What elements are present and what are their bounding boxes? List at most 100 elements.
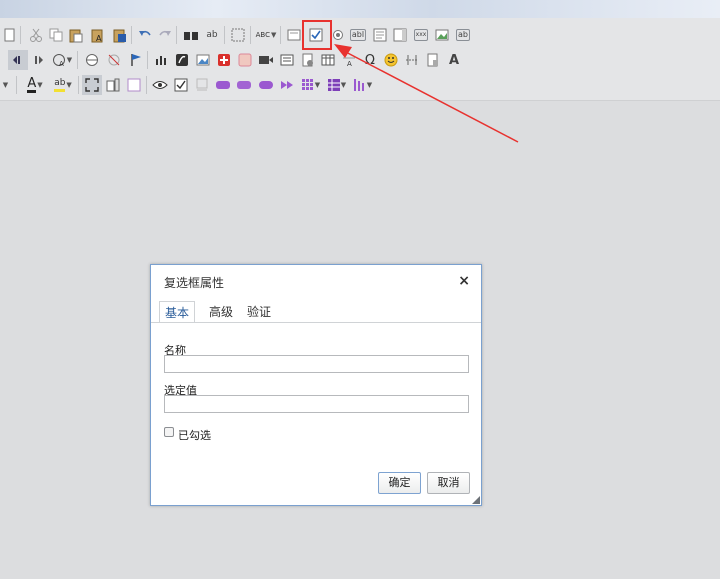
table-icon[interactable] <box>318 50 338 70</box>
show-blocks-icon[interactable] <box>103 75 123 95</box>
abc-glyph: ABC <box>255 31 270 39</box>
bg-color-icon[interactable]: ab ▼ <box>50 75 76 95</box>
replace-icon[interactable]: ab <box>202 25 222 45</box>
replace-glyph: ab <box>206 30 218 40</box>
hidden-field-icon[interactable]: ab <box>453 25 473 45</box>
name-input[interactable] <box>164 355 469 373</box>
select-all-icon[interactable] <box>228 25 248 45</box>
grid-icon[interactable]: ▼ <box>300 75 322 95</box>
toolbar-separator <box>280 26 281 44</box>
paste-word-icon[interactable] <box>110 25 130 45</box>
redo-icon[interactable] <box>155 25 175 45</box>
text-color-glyph: A <box>27 76 37 93</box>
svg-text:A: A <box>347 60 352 67</box>
badge-pill <box>237 81 251 89</box>
maximize-icon[interactable] <box>82 75 102 95</box>
toolbar-separator <box>176 26 177 44</box>
editor-toolbar: A ab ABC ▼ abl xxx ab A ▼ A Ω A ▼ A ▼ ab… <box>0 18 720 101</box>
oval-pill <box>259 81 273 89</box>
checklist-icon[interactable] <box>171 75 191 95</box>
paste-text-icon[interactable]: A <box>88 25 108 45</box>
smiley-icon[interactable] <box>381 50 401 70</box>
checkbox-tool-highlight <box>302 20 332 50</box>
copy-icon[interactable] <box>46 25 66 45</box>
abl-glyph: abl <box>349 29 367 41</box>
chart-icon[interactable] <box>151 50 171 70</box>
new-page-icon[interactable] <box>0 25 20 45</box>
omega-glyph: Ω <box>365 52 375 68</box>
textarea-icon[interactable] <box>370 25 390 45</box>
button-icon[interactable]: xxx <box>411 25 431 45</box>
language-icon[interactable]: A ▼ <box>50 50 74 70</box>
toolbar-separator <box>224 26 225 44</box>
toolbar-separator <box>78 76 79 94</box>
browser-top-strip <box>0 0 720 18</box>
toolbar-separator <box>20 26 21 44</box>
iframe-icon[interactable] <box>423 50 443 70</box>
dropdown-caret-icon[interactable]: ▼ <box>0 75 10 95</box>
toolbar-separator <box>16 76 17 94</box>
video-icon[interactable] <box>256 50 276 70</box>
tab-basic[interactable]: 基本 <box>159 301 196 323</box>
doc-icon[interactable] <box>298 50 318 70</box>
toolbar-separator <box>77 51 78 69</box>
unlink-icon[interactable] <box>104 50 124 70</box>
plus-icon[interactable] <box>214 50 234 70</box>
checked-label: 已勾选 <box>178 429 211 442</box>
toolbar-separator <box>147 51 148 69</box>
spellcheck-icon[interactable]: ABC ▼ <box>255 25 277 45</box>
pill-icon[interactable] <box>278 75 298 95</box>
select-icon[interactable] <box>390 25 410 45</box>
cut-icon[interactable] <box>26 25 46 45</box>
ltr-icon[interactable] <box>8 50 28 70</box>
source-icon[interactable] <box>124 75 144 95</box>
media-icon[interactable] <box>235 50 255 70</box>
flash-icon[interactable] <box>172 50 192 70</box>
selected-value-input[interactable] <box>164 395 469 413</box>
special-char-icon[interactable]: Ω <box>360 50 380 70</box>
svg-text:A: A <box>59 60 64 67</box>
frame-icon[interactable] <box>192 75 212 95</box>
style-icon[interactable]: A <box>444 50 464 70</box>
page-break-icon[interactable] <box>402 50 422 70</box>
find-icon[interactable] <box>181 25 201 45</box>
preview-icon[interactable] <box>150 75 170 95</box>
bg-color-glyph: ab <box>54 78 66 92</box>
checked-checkbox[interactable] <box>164 427 174 437</box>
badge-icon[interactable] <box>234 75 254 95</box>
paste-icon[interactable] <box>66 25 86 45</box>
toolbar-separator <box>250 26 251 44</box>
close-icon[interactable]: × <box>458 273 470 289</box>
list-icon[interactable]: ▼ <box>352 75 374 95</box>
image-button-icon[interactable] <box>432 25 452 45</box>
ab-glyph: ab <box>456 29 470 41</box>
tab-advanced[interactable]: 高级 <box>204 301 238 323</box>
horizontal-line-icon[interactable]: A <box>339 50 359 70</box>
text-color-icon[interactable]: A ▼ <box>22 75 48 95</box>
textfield-icon[interactable]: abl <box>348 25 368 45</box>
table2-icon[interactable]: ▼ <box>326 75 348 95</box>
form-icon[interactable] <box>284 25 304 45</box>
tab-validation[interactable]: 验证 <box>242 301 276 323</box>
rtl-icon[interactable] <box>28 50 48 70</box>
tab-divider <box>151 322 481 323</box>
image-icon[interactable] <box>193 50 213 70</box>
template-icon[interactable] <box>277 50 297 70</box>
toolbar-row-1: A ab ABC ▼ abl xxx ab <box>0 23 720 47</box>
toolbar-row-3: ▼ A ▼ ab ▼ ▼ ▼ ▼ <box>0 73 720 97</box>
toolbar-separator <box>131 26 132 44</box>
resize-handle-icon[interactable] <box>472 496 480 504</box>
anchor-icon[interactable] <box>126 50 146 70</box>
tag-pill <box>216 81 230 89</box>
dialog-tabs: 基本 高级 验证 <box>159 301 481 323</box>
style-a-glyph: A <box>448 52 460 68</box>
oval-icon[interactable] <box>256 75 276 95</box>
tag-icon[interactable] <box>213 75 233 95</box>
ok-button[interactable]: 确定 <box>378 472 421 494</box>
link-icon[interactable] <box>82 50 102 70</box>
undo-icon[interactable] <box>135 25 155 45</box>
toolbar-row-2: A ▼ A Ω A <box>0 48 720 72</box>
checkbox-properties-dialog: 复选框属性 × 基本 高级 验证 名称 选定值 已勾选 确定 取消 <box>150 264 482 506</box>
cancel-button[interactable]: 取消 <box>427 472 470 494</box>
toolbar-separator <box>146 76 147 94</box>
